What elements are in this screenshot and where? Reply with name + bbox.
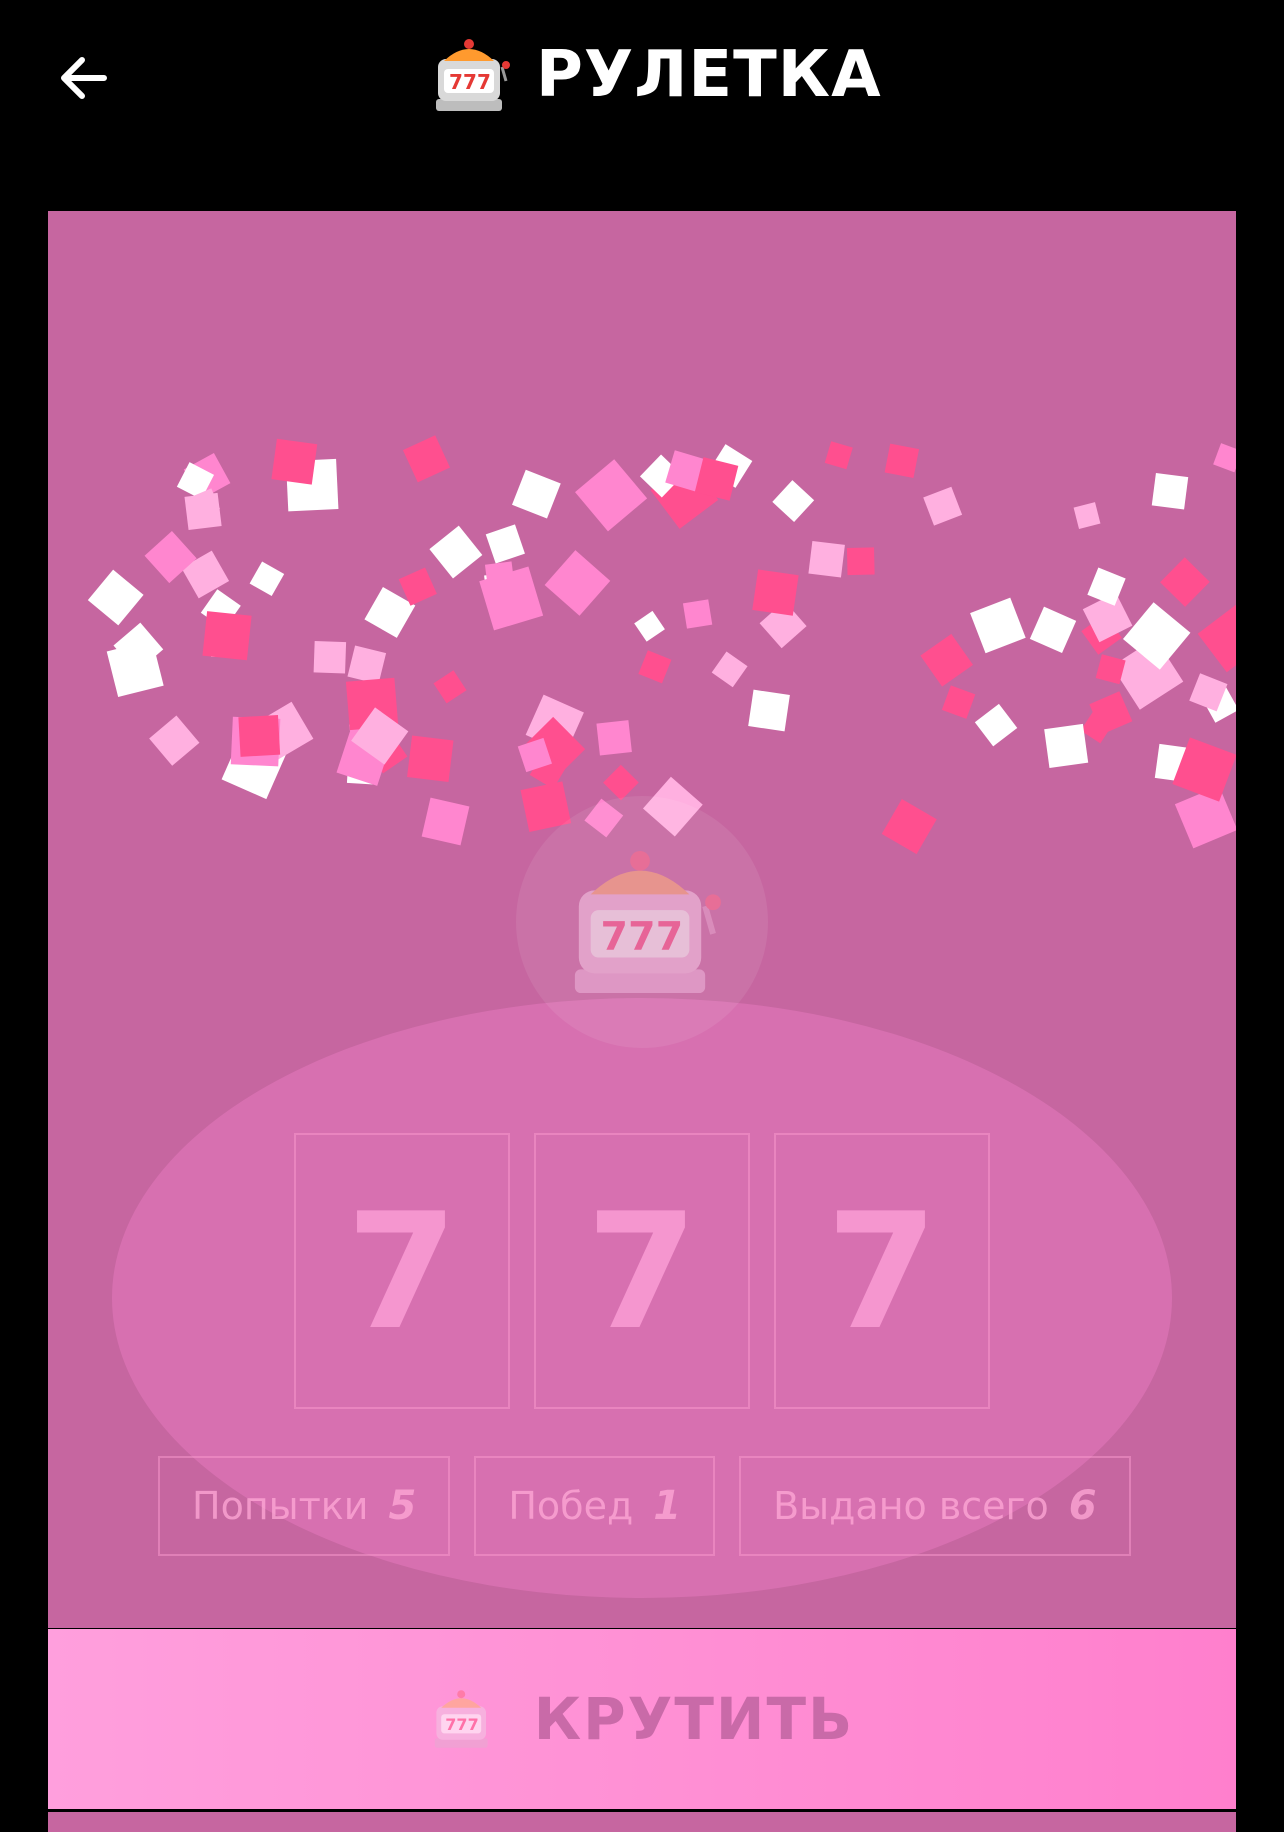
- confetti-piece: [238, 715, 281, 757]
- confetti-piece: [711, 651, 748, 688]
- confetti-piece: [846, 547, 875, 576]
- confetti-piece: [603, 764, 639, 801]
- stat-label: Побед: [508, 1484, 634, 1528]
- confetti-piece: [202, 611, 252, 661]
- svg-text:7: 7: [628, 914, 655, 960]
- confetti-piece: [575, 459, 648, 532]
- confetti-piece: [596, 720, 632, 756]
- svg-text:7: 7: [449, 70, 463, 94]
- svg-text:7: 7: [463, 70, 477, 94]
- confetti-piece: [1029, 606, 1077, 654]
- reel-1: 7: [294, 1133, 510, 1409]
- app-header: 7 7 7 РУЛЕТКА: [0, 0, 1284, 160]
- confetti-piece: [752, 569, 799, 616]
- confetti-piece: [682, 599, 713, 629]
- stat-total-issued: Выдано всего 6: [739, 1456, 1131, 1556]
- stats-row: Попытки 5 Побед 1 Выдано всего 6: [158, 1456, 1131, 1556]
- confetti-piece: [313, 641, 347, 674]
- arrow-left-icon: [61, 57, 107, 99]
- confetti-piece: [347, 645, 387, 685]
- confetti-piece: [824, 441, 853, 470]
- confetti-piece: [485, 524, 525, 564]
- confetti-piece: [544, 550, 611, 616]
- confetti-piece: [1213, 443, 1236, 473]
- spin-button-label: КРУТИТЬ: [533, 1685, 855, 1753]
- confetti-piece: [634, 610, 665, 642]
- confetti-piece: [149, 715, 200, 766]
- confetti-piece: [970, 597, 1026, 654]
- stat-label: Выдано всего: [773, 1484, 1049, 1528]
- confetti-piece: [772, 480, 815, 522]
- machine-badge: 7 7 7: [516, 796, 768, 1048]
- confetti-piece: [920, 633, 974, 687]
- confetti-piece: [881, 799, 937, 855]
- reels: 7 7 7: [294, 1133, 990, 1409]
- header-title-group: 7 7 7 РУЛЕТКА: [430, 30, 882, 120]
- svg-text:7: 7: [445, 1715, 456, 1734]
- confetti-piece: [512, 469, 561, 519]
- confetti-piece: [87, 569, 144, 626]
- page-title: РУЛЕТКА: [536, 38, 882, 112]
- reel-2: 7: [534, 1133, 750, 1409]
- svg-text:7: 7: [477, 70, 491, 94]
- slot-machine-icon: 7 7 7: [434, 1690, 488, 1748]
- confetti-piece: [1044, 723, 1089, 768]
- confetti-piece: [1087, 567, 1126, 606]
- confetti-piece: [1151, 473, 1189, 510]
- svg-text:7: 7: [467, 1715, 478, 1734]
- confetti-piece: [884, 443, 920, 478]
- confetti-piece: [402, 435, 451, 483]
- svg-text:7: 7: [456, 1715, 467, 1734]
- confetti-piece: [1160, 557, 1210, 607]
- spin-button[interactable]: 7 7 7 КРУТИТЬ: [48, 1629, 1236, 1809]
- reel-3: 7: [774, 1133, 990, 1409]
- stat-value: 1: [653, 1483, 682, 1529]
- confetti-piece: [1073, 502, 1101, 529]
- confetti-piece: [748, 689, 790, 732]
- confetti-piece: [421, 797, 470, 846]
- slot-machine-icon: 7 7 7: [574, 850, 721, 994]
- confetti-piece: [808, 540, 845, 578]
- stat-wins: Побед 1: [474, 1456, 716, 1556]
- back-button[interactable]: [52, 46, 116, 110]
- stat-attempts: Попытки 5: [158, 1456, 451, 1556]
- confetti-piece: [407, 735, 454, 782]
- svg-text:7: 7: [601, 914, 628, 960]
- bottom-strip: [48, 1812, 1236, 1832]
- confetti-piece: [941, 685, 976, 719]
- confetti-piece: [433, 670, 467, 704]
- confetti-piece: [1197, 604, 1236, 673]
- confetti-piece: [923, 486, 963, 526]
- confetti-piece: [974, 703, 1018, 747]
- stat-label: Попытки: [192, 1484, 369, 1528]
- confetti-piece: [249, 561, 285, 597]
- confetti-piece: [429, 525, 483, 579]
- confetti-piece: [638, 650, 672, 684]
- svg-text:7: 7: [656, 914, 683, 960]
- roulette-panel: 7 7 7 7 7 7 Попытки 5 Побед 1 Выдано все…: [48, 211, 1236, 1628]
- confetti-piece: [271, 438, 318, 485]
- stat-value: 6: [1068, 1483, 1097, 1529]
- slot-machine-icon: 7 7 7: [436, 39, 510, 111]
- stat-value: 5: [388, 1483, 417, 1529]
